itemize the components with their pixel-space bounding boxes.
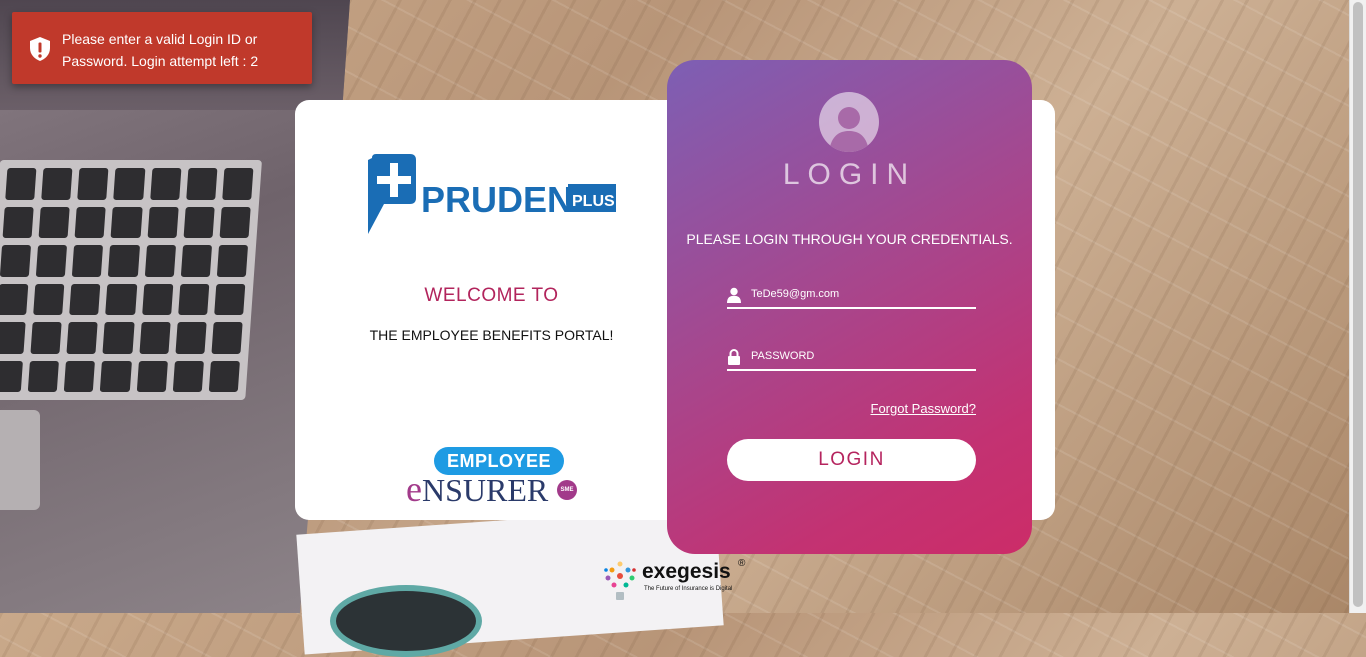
lock-icon [727,349,741,365]
laptop-keyboard [0,160,263,400]
registered-mark: ® [738,558,746,569]
employee-badge: EMPLOYEE [434,447,564,475]
login-title: LOGIN [782,158,917,191]
password-field[interactable] [727,345,976,371]
ensurer-logo: eNSURER [406,469,549,509]
laptop-trackpad [0,410,40,510]
login-button[interactable]: LOGIN [727,439,976,481]
alert-message: Please enter a valid Login ID or Passwor… [62,31,259,69]
sme-badge: SME [557,480,577,500]
exegesis-bulb-icon [604,561,636,600]
password-input[interactable] [751,347,971,365]
shield-exclamation-icon [28,36,52,62]
username-field[interactable] [727,283,976,309]
error-alert: Please enter a valid Login ID or Passwor… [12,12,312,84]
background-mug [330,585,482,657]
page-scrollbar[interactable] [1349,0,1366,613]
forgot-password-link[interactable]: Forgot Password? [840,401,977,416]
exegesis-logo: exegesis ® The Future of Insurance is Di… [600,556,760,608]
welcome-heading: WELCOME TO [424,285,559,306]
user-icon [727,287,741,303]
ensurer-logo-e: e [406,469,422,509]
portal-subheading: THE EMPLOYEE BENEFITS PORTAL! [369,327,614,343]
username-input[interactable] [751,285,971,303]
exegesis-tagline: The Future of Insurance is Digital [644,586,733,592]
user-avatar-icon [819,92,879,152]
prudent-plus-logo: PRUDENT PLUS [366,152,618,238]
ensurer-logo-rest: NSURER [421,472,549,508]
exegesis-name: exegesis [642,560,731,583]
scrollbar-thumb[interactable] [1353,2,1363,607]
logo-badge: PLUS [572,193,615,210]
login-subtitle: PLEASE LOGIN THROUGH YOUR CREDENTIALS. [686,231,1013,247]
